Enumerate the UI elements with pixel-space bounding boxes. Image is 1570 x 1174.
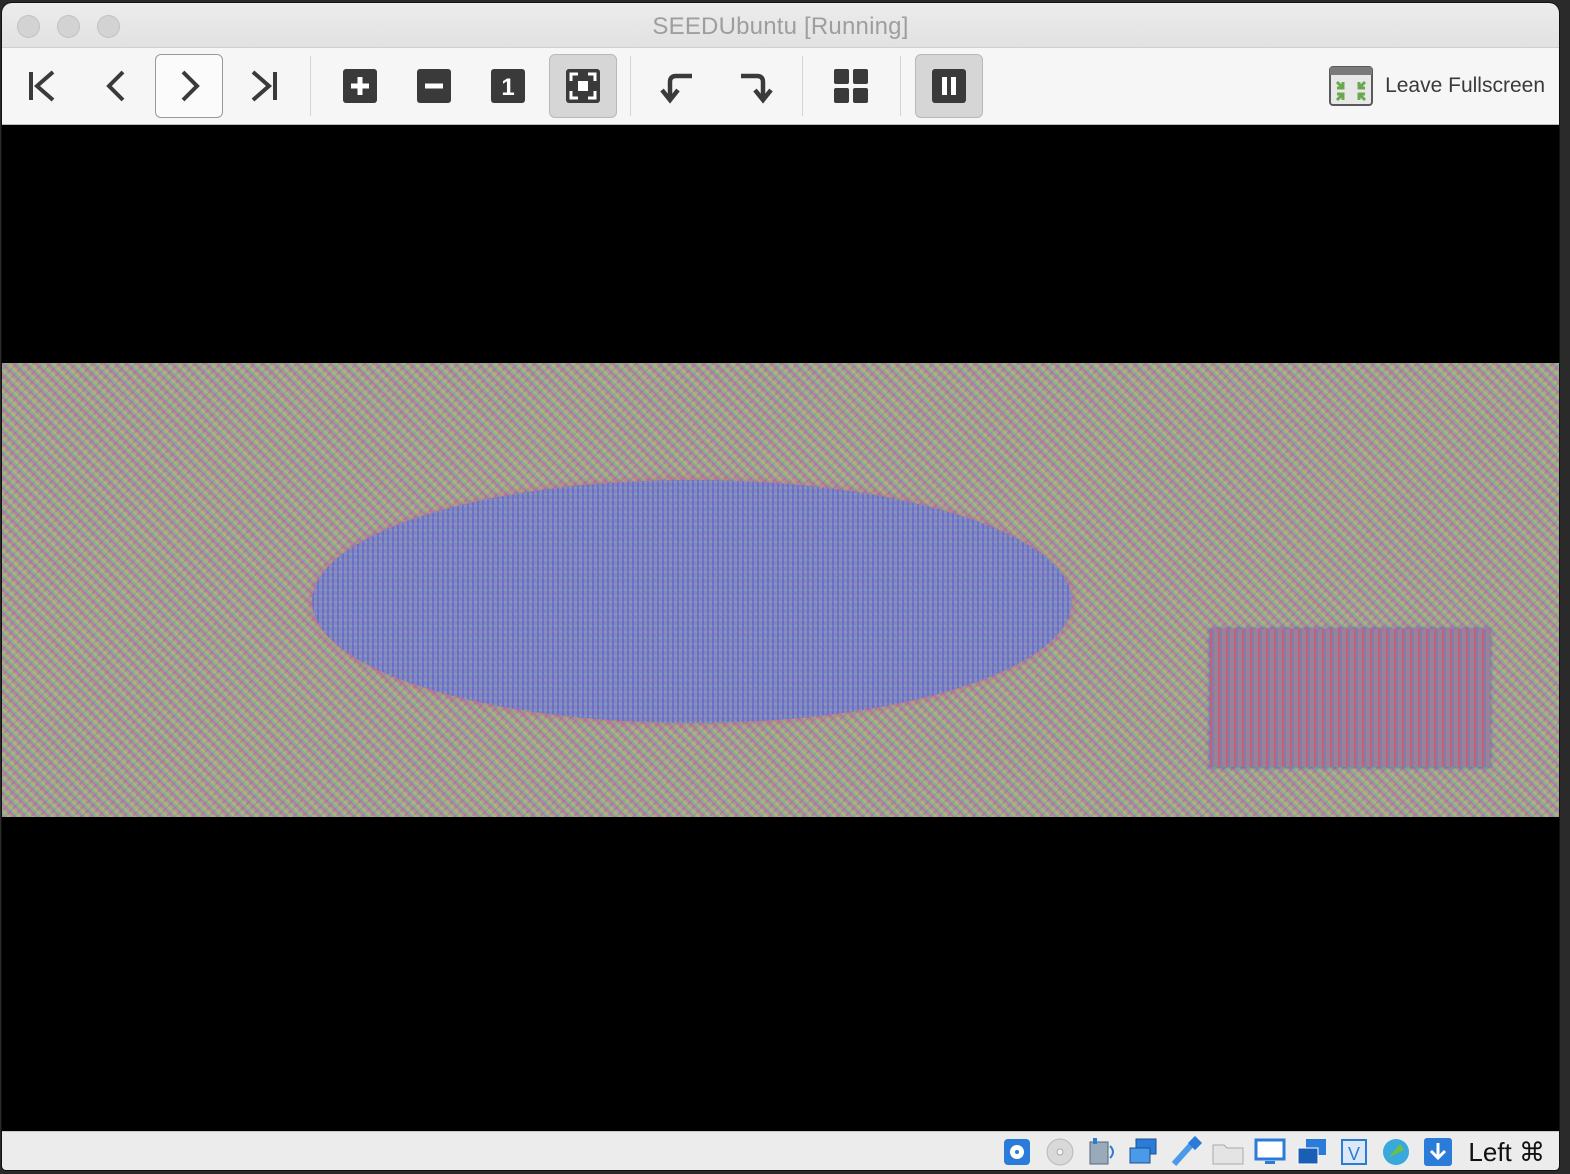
actual-size-label: 1 bbox=[501, 74, 514, 101]
status-icons: V Left ⌘ bbox=[1000, 1135, 1545, 1169]
zoom-out-icon bbox=[417, 69, 451, 103]
hard-disk-icon[interactable] bbox=[1000, 1136, 1036, 1168]
window-title: SEEDUbuntu [Running] bbox=[652, 13, 909, 40]
next-page-button[interactable] bbox=[155, 54, 223, 118]
previous-page-icon bbox=[106, 70, 125, 102]
pause-icon bbox=[932, 69, 966, 103]
best-fit-icon bbox=[566, 69, 600, 103]
pause-button[interactable] bbox=[915, 54, 983, 118]
leave-fullscreen-icon bbox=[1329, 66, 1374, 106]
zoom-out-button[interactable] bbox=[401, 54, 467, 118]
virtualbox-window: SEEDUbuntu [Running] 1 Leave Fullscreen … bbox=[2, 3, 1559, 1170]
actual-size-icon: 1 bbox=[491, 69, 525, 103]
vm-windows-icon[interactable] bbox=[1294, 1136, 1330, 1168]
toolbar-separator bbox=[900, 56, 901, 116]
toolbar-separator bbox=[802, 56, 803, 116]
next-page-icon bbox=[181, 70, 200, 102]
title-bar[interactable]: SEEDUbuntu [Running] bbox=[2, 3, 1559, 48]
zoom-in-icon bbox=[343, 69, 377, 103]
previous-page-button[interactable] bbox=[84, 54, 150, 118]
mouse-integration-icon[interactable] bbox=[1420, 1136, 1456, 1168]
shared-folders-icon[interactable] bbox=[1210, 1136, 1246, 1168]
display-icon[interactable] bbox=[1252, 1136, 1288, 1168]
usb-icon[interactable] bbox=[1168, 1136, 1204, 1168]
host-key-label: Left ⌘ bbox=[1468, 1136, 1545, 1167]
vm-display[interactable] bbox=[2, 125, 1559, 1131]
leave-fullscreen-label: Leave Fullscreen bbox=[1385, 74, 1545, 97]
audio-icon[interactable] bbox=[1084, 1136, 1120, 1168]
first-page-button[interactable] bbox=[10, 54, 76, 118]
vm-status-bar: V Left ⌘ bbox=[2, 1131, 1559, 1170]
actual-size-button[interactable]: 1 bbox=[475, 54, 541, 118]
rotate-right-button[interactable] bbox=[722, 54, 788, 118]
image-viewer-toolbar: 1 Leave Fullscreen bbox=[2, 48, 1559, 125]
svg-text:V: V bbox=[1348, 1144, 1360, 1164]
last-page-button[interactable] bbox=[230, 54, 296, 118]
recording-icon[interactable] bbox=[1378, 1136, 1414, 1168]
rotate-left-icon bbox=[660, 73, 692, 104]
rotate-right-icon bbox=[741, 73, 773, 104]
rotate-left-button[interactable] bbox=[645, 54, 711, 118]
best-fit-button[interactable] bbox=[549, 54, 617, 118]
first-page-icon bbox=[29, 70, 55, 102]
image-ellipse-shape bbox=[312, 480, 1072, 723]
toolbar-separator bbox=[310, 56, 311, 116]
optical-drive-icon[interactable] bbox=[1042, 1136, 1078, 1168]
leave-fullscreen-button[interactable]: Leave Fullscreen bbox=[1329, 66, 1545, 106]
last-page-icon bbox=[251, 70, 277, 102]
zoom-in-button[interactable] bbox=[327, 54, 393, 118]
displayed-image bbox=[2, 363, 1559, 817]
toolbar-separator bbox=[630, 56, 631, 116]
image-rectangle-shape bbox=[1210, 629, 1490, 767]
network-icon[interactable] bbox=[1126, 1136, 1162, 1168]
virtualization-icon[interactable]: V bbox=[1336, 1136, 1372, 1168]
gallery-button[interactable] bbox=[818, 54, 884, 118]
gallery-icon bbox=[834, 69, 868, 103]
